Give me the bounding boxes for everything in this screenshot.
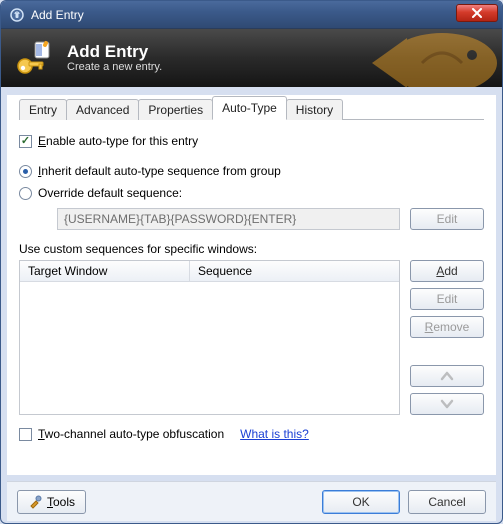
tab-advanced[interactable]: Advanced: [66, 99, 139, 120]
ok-button[interactable]: OK: [322, 490, 400, 514]
default-sequence-input: [57, 208, 400, 230]
dialog-footer: Tools OK Cancel: [7, 481, 496, 521]
move-up-button[interactable]: [410, 365, 484, 387]
edit-custom-button[interactable]: Edit: [410, 288, 484, 310]
close-button[interactable]: [456, 4, 498, 22]
enable-autotype-label: Enable auto-type for this entry: [38, 134, 198, 148]
cancel-button[interactable]: Cancel: [408, 490, 486, 514]
col-target-window[interactable]: Target Window: [20, 261, 190, 281]
decorative-fish-icon: [352, 29, 502, 87]
remove-button[interactable]: Remove: [410, 316, 484, 338]
override-sequence-radio[interactable]: [19, 187, 32, 200]
inherit-sequence-label: Inherit default auto-type sequence from …: [38, 164, 281, 178]
content-panel: Entry Advanced Properties Auto-Type Hist…: [7, 95, 496, 475]
custom-sequences-table[interactable]: Target Window Sequence: [19, 260, 400, 415]
move-down-button[interactable]: [410, 393, 484, 415]
tabs: Entry Advanced Properties Auto-Type Hist…: [19, 95, 484, 120]
chevron-up-icon: [440, 370, 454, 382]
two-channel-obfuscation-checkbox[interactable]: [19, 428, 32, 441]
override-sequence-label: Override default sequence:: [38, 186, 182, 200]
key-icon: [15, 38, 55, 78]
two-channel-obfuscation-label: Two-channel auto-type obfuscation: [38, 427, 224, 441]
tab-entry[interactable]: Entry: [19, 99, 67, 120]
tab-properties[interactable]: Properties: [138, 99, 213, 120]
window-title: Add Entry: [31, 8, 456, 22]
edit-sequence-button[interactable]: Edit: [410, 208, 484, 230]
header-banner: Add Entry Create a new entry.: [1, 29, 502, 87]
tools-button[interactable]: Tools: [17, 490, 86, 514]
inherit-sequence-radio[interactable]: [19, 165, 32, 178]
titlebar: Add Entry: [1, 1, 502, 29]
chevron-down-icon: [440, 398, 454, 410]
tab-history[interactable]: History: [286, 99, 343, 120]
tab-auto-type[interactable]: Auto-Type: [212, 96, 287, 120]
tools-icon: [28, 495, 42, 509]
what-is-this-link[interactable]: What is this?: [240, 427, 309, 441]
app-icon: [9, 7, 25, 23]
header-subtitle: Create a new entry.: [67, 61, 162, 73]
header-title: Add Entry: [67, 43, 162, 62]
col-sequence[interactable]: Sequence: [190, 261, 399, 281]
add-button[interactable]: Add: [410, 260, 484, 282]
custom-sequences-label: Use custom sequences for specific window…: [19, 242, 484, 256]
enable-autotype-checkbox[interactable]: [19, 135, 32, 148]
